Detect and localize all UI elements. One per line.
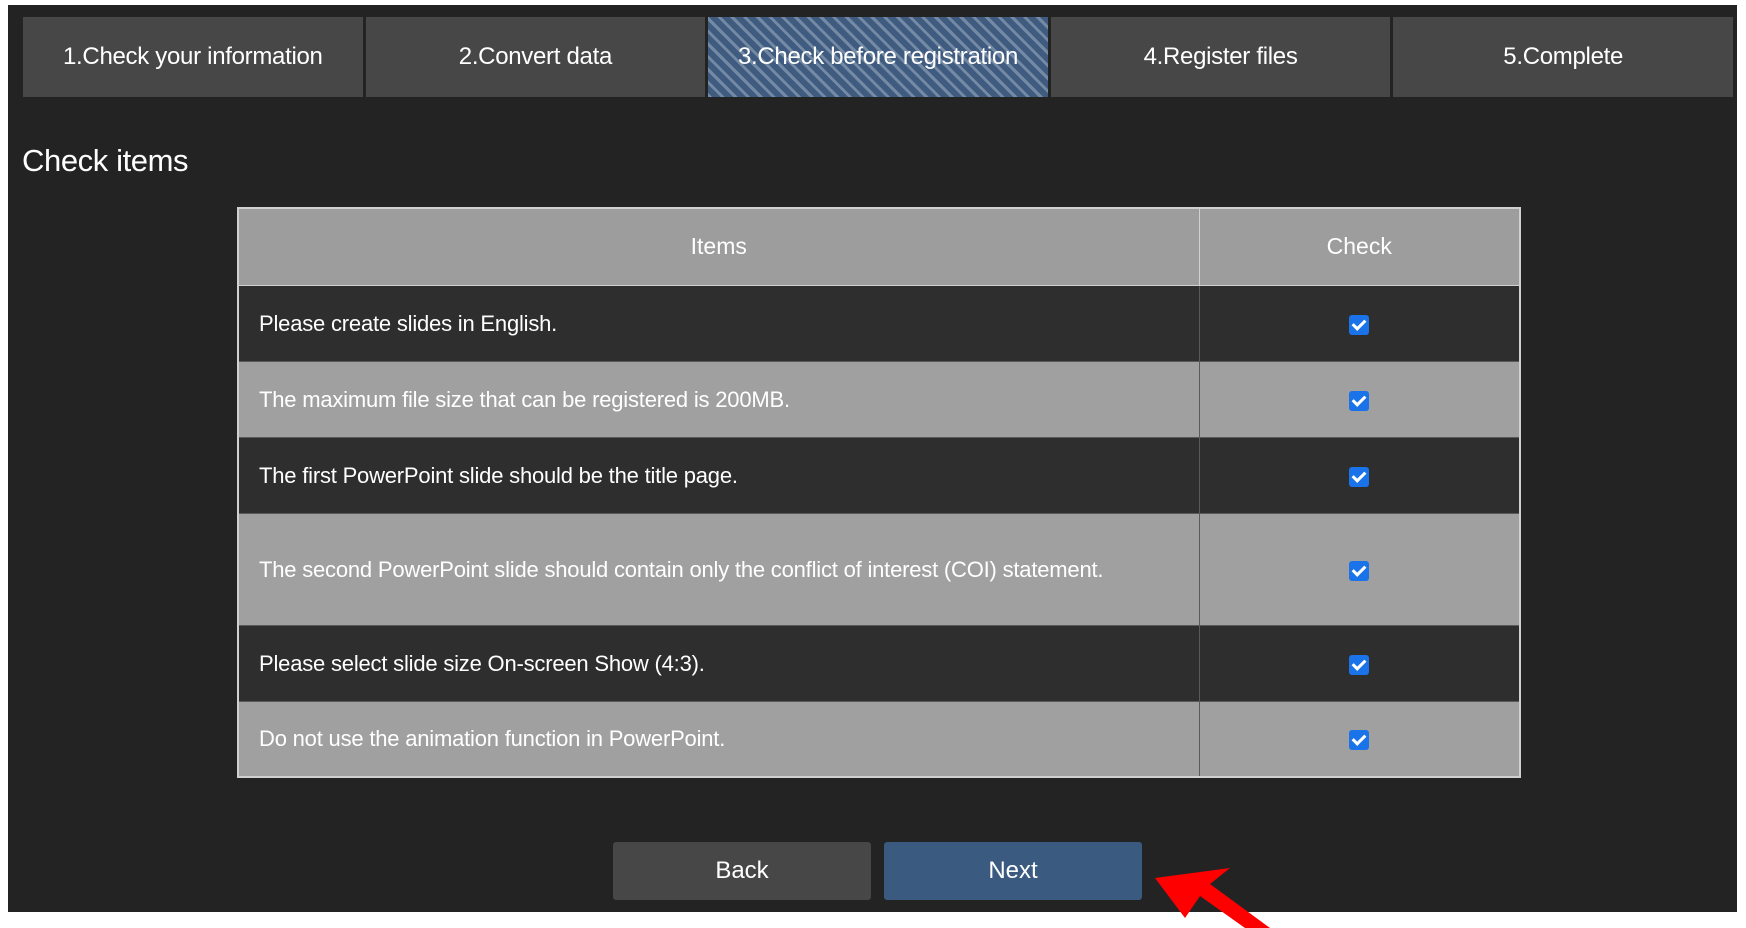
item-checkbox[interactable] — [1349, 654, 1370, 675]
item-text: The maximum file size that can be regist… — [237, 360, 1200, 438]
item-text: Please create slides in English. — [237, 284, 1200, 362]
table-row: Please create slides in English. — [237, 284, 1521, 362]
item-checkbox[interactable] — [1349, 390, 1370, 411]
next-button[interactable]: Next — [884, 842, 1142, 900]
red-arrow-annotation-icon — [1155, 868, 1270, 928]
step-check-information: 1.Check your information — [23, 17, 363, 97]
item-text: The first PowerPoint slide should be the… — [237, 436, 1200, 514]
check-cell — [1198, 700, 1521, 778]
check-cell — [1198, 624, 1521, 702]
table-row: Do not use the animation function in Pow… — [237, 700, 1521, 778]
item-text: The second PowerPoint slide should conta… — [237, 512, 1200, 626]
table-row: The maximum file size that can be regist… — [237, 360, 1521, 438]
check-items-table: Items Check Please create slides in Engl… — [237, 207, 1521, 778]
item-checkbox[interactable] — [1349, 560, 1370, 581]
step-convert-data: 2.Convert data — [365, 17, 706, 97]
table-row: The second PowerPoint slide should conta… — [237, 512, 1521, 626]
check-column-header: Check — [1198, 207, 1521, 286]
item-text: Do not use the animation function in Pow… — [237, 700, 1200, 778]
section-title: Check items — [22, 143, 189, 178]
step-complete: 5.Complete — [1393, 17, 1733, 97]
table-row: Please select slide size On-screen Show … — [237, 624, 1521, 702]
item-checkbox[interactable] — [1349, 730, 1370, 751]
items-column-header: Items — [237, 207, 1200, 286]
check-cell — [1198, 360, 1521, 438]
check-cell — [1198, 436, 1521, 514]
back-button[interactable]: Back — [613, 842, 871, 900]
step-register-files: 4.Register files — [1050, 17, 1391, 97]
item-text: Please select slide size On-screen Show … — [237, 624, 1200, 702]
check-cell — [1198, 512, 1521, 626]
item-checkbox[interactable] — [1349, 466, 1370, 487]
progress-steps: 1.Check your information 2.Convert data … — [23, 17, 1733, 97]
step-check-before-registration: 3.Check before registration — [708, 17, 1048, 97]
check-cell — [1198, 284, 1521, 362]
item-checkbox[interactable] — [1349, 314, 1370, 335]
table-row: The first PowerPoint slide should be the… — [237, 436, 1521, 514]
page-frame: 1.Check your information 2.Convert data … — [8, 5, 1737, 912]
